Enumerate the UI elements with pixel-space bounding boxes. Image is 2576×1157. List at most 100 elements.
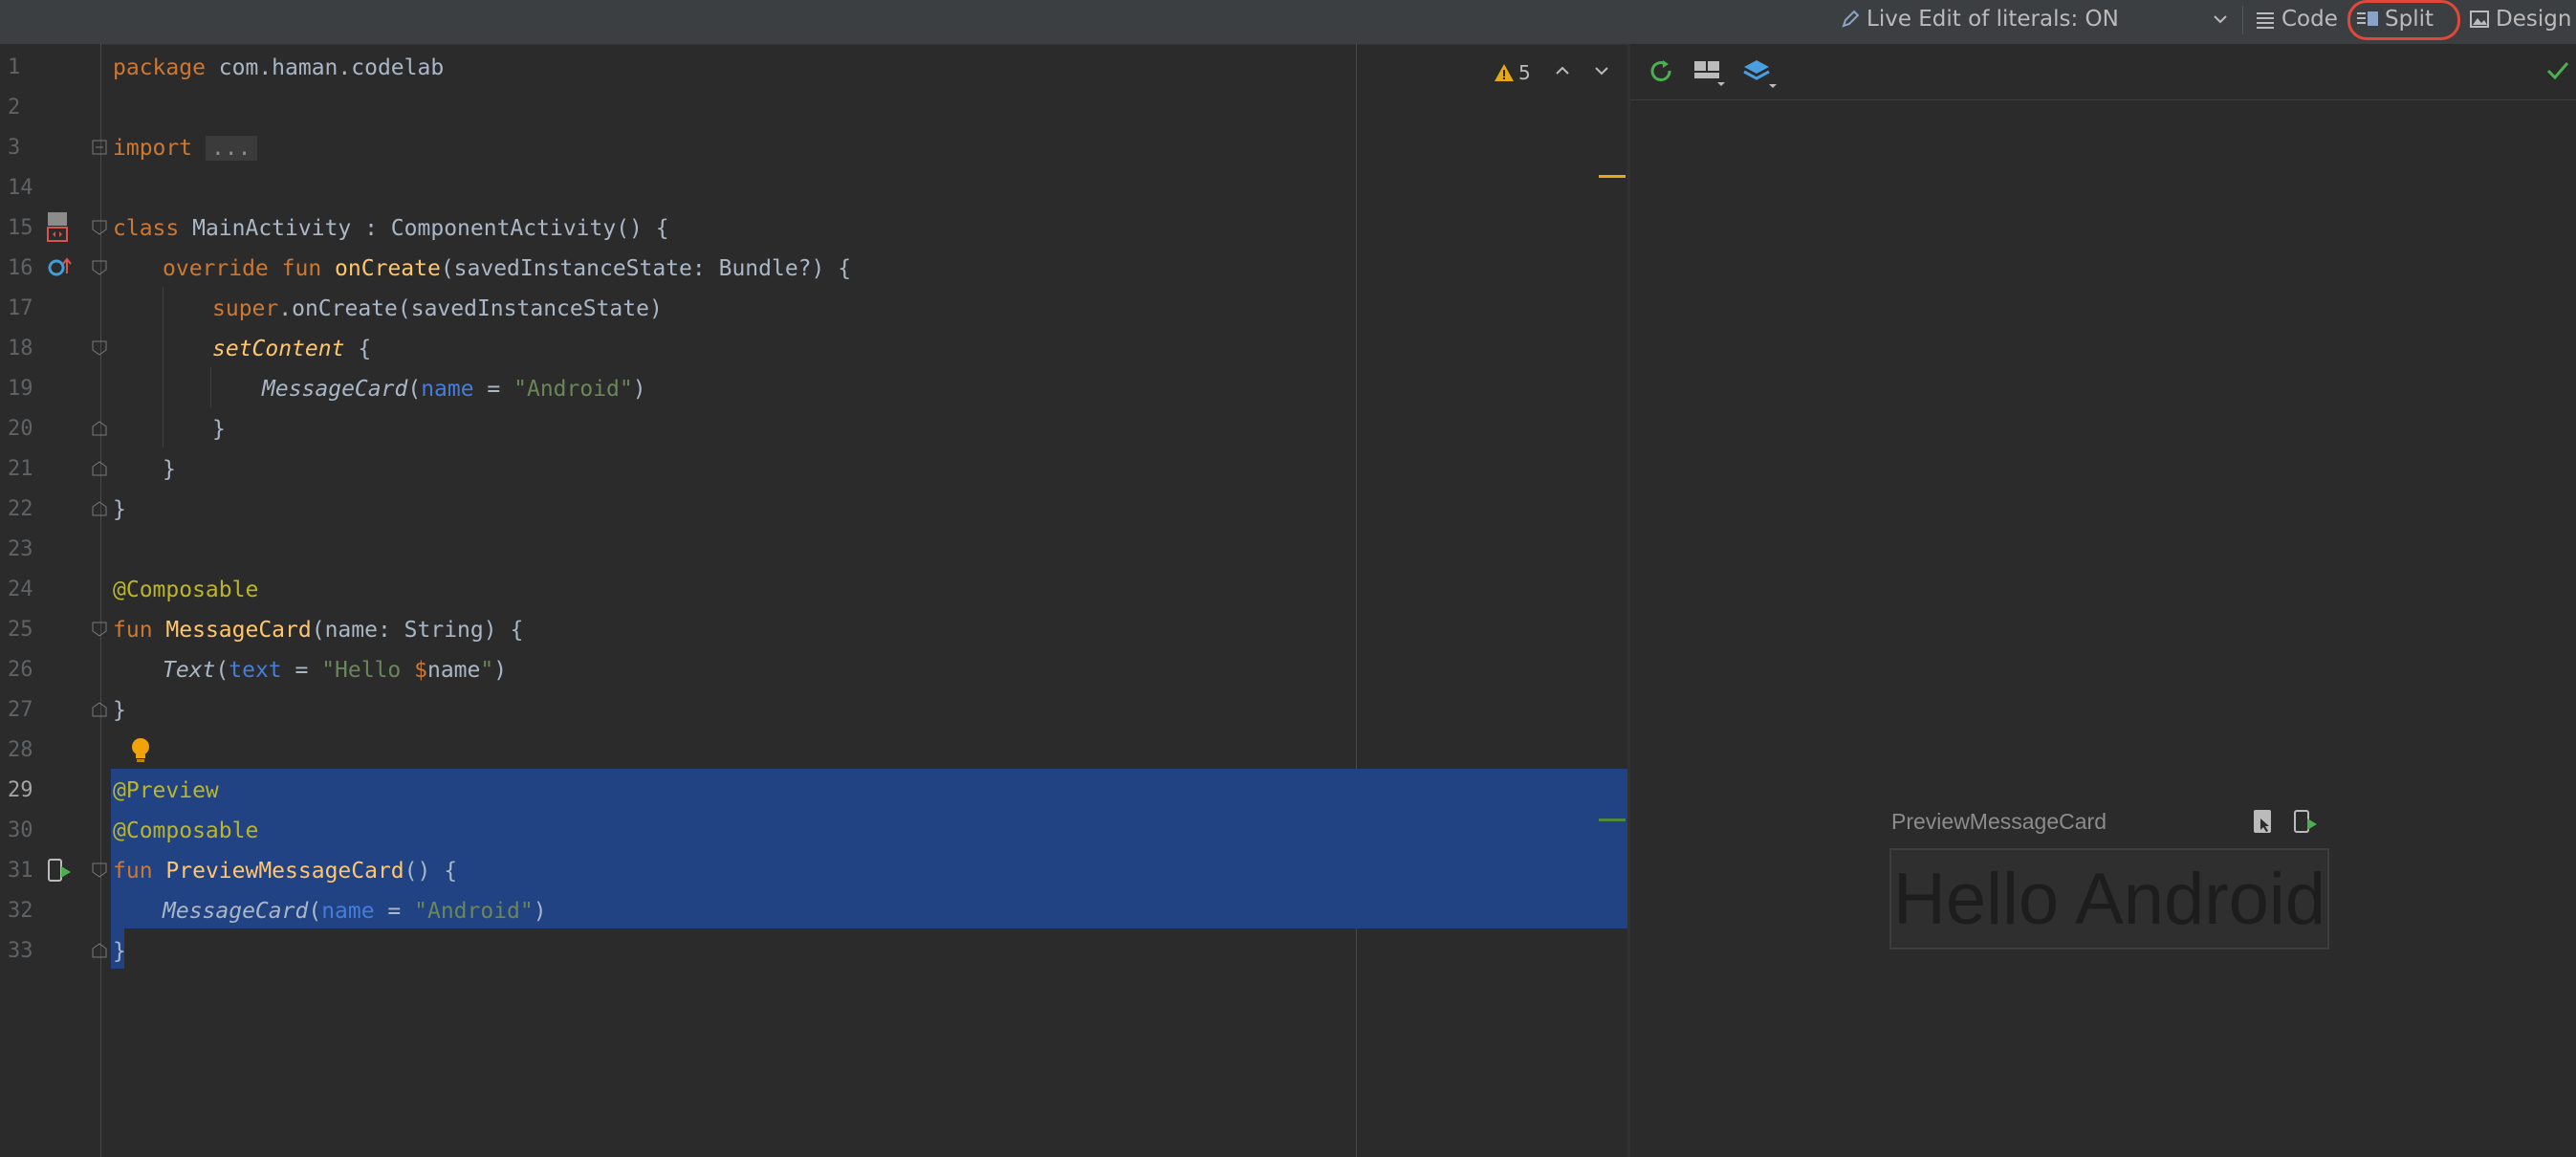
folded-imports[interactable]: ... (205, 136, 257, 161)
line-number: 2 (8, 96, 21, 120)
code-line-16: override fun onCreate(savedInstanceState… (163, 249, 851, 289)
refresh-icon[interactable] (1647, 57, 1675, 86)
code-line-20: } (212, 409, 226, 449)
compose-preview-pane (1630, 44, 2576, 1157)
code-line-1: package com.haman.codelab (113, 48, 444, 88)
line-number: 31 (8, 859, 33, 883)
token: com.haman.codelab (205, 55, 445, 80)
interactive-mode-icon[interactable] (2249, 807, 2278, 836)
token: package (113, 55, 206, 80)
layout-options-icon[interactable] (1692, 57, 1727, 88)
code-line-21: } (163, 449, 176, 490)
code-line-22: } (113, 490, 126, 530)
token: class (113, 216, 180, 241)
line-number: 23 (8, 537, 33, 561)
live-edit-dropdown[interactable] (2211, 0, 2236, 38)
token: import (113, 136, 193, 161)
token: Text (163, 658, 216, 683)
line-number: 24 (8, 578, 33, 601)
override-method-icon[interactable] (46, 254, 73, 281)
line-number: 17 (8, 296, 33, 320)
token: "Android" (414, 899, 534, 924)
token: @Composable (113, 819, 259, 843)
chevron-down-icon[interactable] (1592, 61, 1611, 80)
live-edit-toggle[interactable]: Live Edit of literals: ON (1840, 0, 2119, 38)
live-edit-label: Live Edit of literals: ON (1867, 7, 2119, 32)
token: " (480, 658, 494, 683)
layers-icon[interactable] (1742, 57, 1779, 90)
code-lines-icon (2257, 12, 2274, 29)
code-line-29: @Preview (113, 771, 219, 811)
token: setContent (212, 337, 345, 361)
token: (name: String) { (311, 618, 524, 643)
lightbulb-icon[interactable] (128, 736, 153, 765)
token: ( (407, 377, 422, 402)
rendered-preview-card[interactable]: Hello Android (1889, 848, 2329, 950)
code-view-button[interactable]: Code (2255, 0, 2338, 38)
token: @Preview (113, 778, 219, 803)
token: "Android" (513, 377, 633, 402)
code-line-15: class MainActivity : ComponentActivity()… (113, 208, 669, 249)
warning-icon (1495, 64, 1514, 81)
warning-stripe-marker[interactable] (1599, 175, 1626, 178)
token: fun (113, 859, 153, 884)
token: PreviewMessageCard (165, 859, 404, 884)
warning-count: 5 (1518, 61, 1531, 84)
right-margin-guide (1356, 44, 1357, 1157)
code-line-3: import ... (113, 128, 257, 168)
token: } (113, 497, 126, 522)
token: ) (632, 377, 646, 402)
chevron-down-icon (2214, 15, 2227, 24)
code-view-label: Code (2281, 7, 2338, 32)
toolbar-separator (2242, 6, 2243, 34)
code-line-33: } (113, 931, 126, 971)
token: fun (113, 618, 153, 643)
activity-layout-icon[interactable] (44, 210, 71, 243)
token: MessageCard (163, 899, 309, 924)
line-number: 14 (8, 176, 33, 200)
token: override fun (163, 256, 322, 281)
line-number: 1 (8, 55, 21, 79)
indent-guide (210, 367, 211, 407)
change-stripe-marker[interactable] (1599, 819, 1626, 821)
line-number: 22 (8, 497, 33, 521)
preview-component-name: PreviewMessageCard (1891, 809, 2107, 834)
token: ( (308, 899, 322, 924)
line-number: 20 (8, 417, 33, 441)
code-line-24: @Composable (113, 570, 258, 610)
line-number: 28 (8, 738, 33, 762)
token: .onCreate(savedInstanceState) (278, 296, 663, 321)
line-number: 15 (8, 216, 33, 240)
line-number: 25 (8, 618, 33, 642)
token: = (374, 899, 415, 924)
code-line-30: @Composable (113, 811, 258, 851)
token: onCreate (335, 256, 441, 281)
chevron-up-icon[interactable] (1553, 61, 1572, 80)
token: "Hello (321, 658, 415, 683)
code-line-17: super.onCreate(savedInstanceState) (212, 289, 663, 329)
token: MainActivity : ComponentActivity() { (179, 216, 669, 241)
line-number: 27 (8, 698, 33, 722)
deploy-preview-icon[interactable] (46, 857, 73, 885)
token: = (281, 658, 322, 683)
token: } (113, 939, 126, 964)
design-view-button[interactable]: Design (2469, 0, 2571, 38)
token: { (344, 337, 372, 361)
editor-top-toolbar: Live Edit of literals: ON Code Split Des… (0, 0, 2576, 45)
token: } (113, 698, 126, 723)
design-view-label: Design (2496, 7, 2572, 32)
code-line-18: setContent { (212, 329, 371, 369)
line-number: 30 (8, 819, 33, 842)
image-icon (2470, 11, 2489, 28)
pencil-icon (1842, 10, 1860, 28)
deploy-preview-icon[interactable] (2291, 807, 2320, 836)
line-number: 19 (8, 377, 33, 401)
line-number: 21 (8, 457, 33, 481)
token: text (229, 658, 282, 683)
line-number: 26 (8, 658, 33, 682)
code-line-26: Text(text = "Hello $name") (163, 650, 507, 690)
inspection-widget[interactable]: 5 (1494, 54, 1531, 92)
code-line-32: MessageCard(name = "Android") (163, 891, 547, 931)
token: ) (533, 899, 547, 924)
token: ( (215, 658, 229, 683)
